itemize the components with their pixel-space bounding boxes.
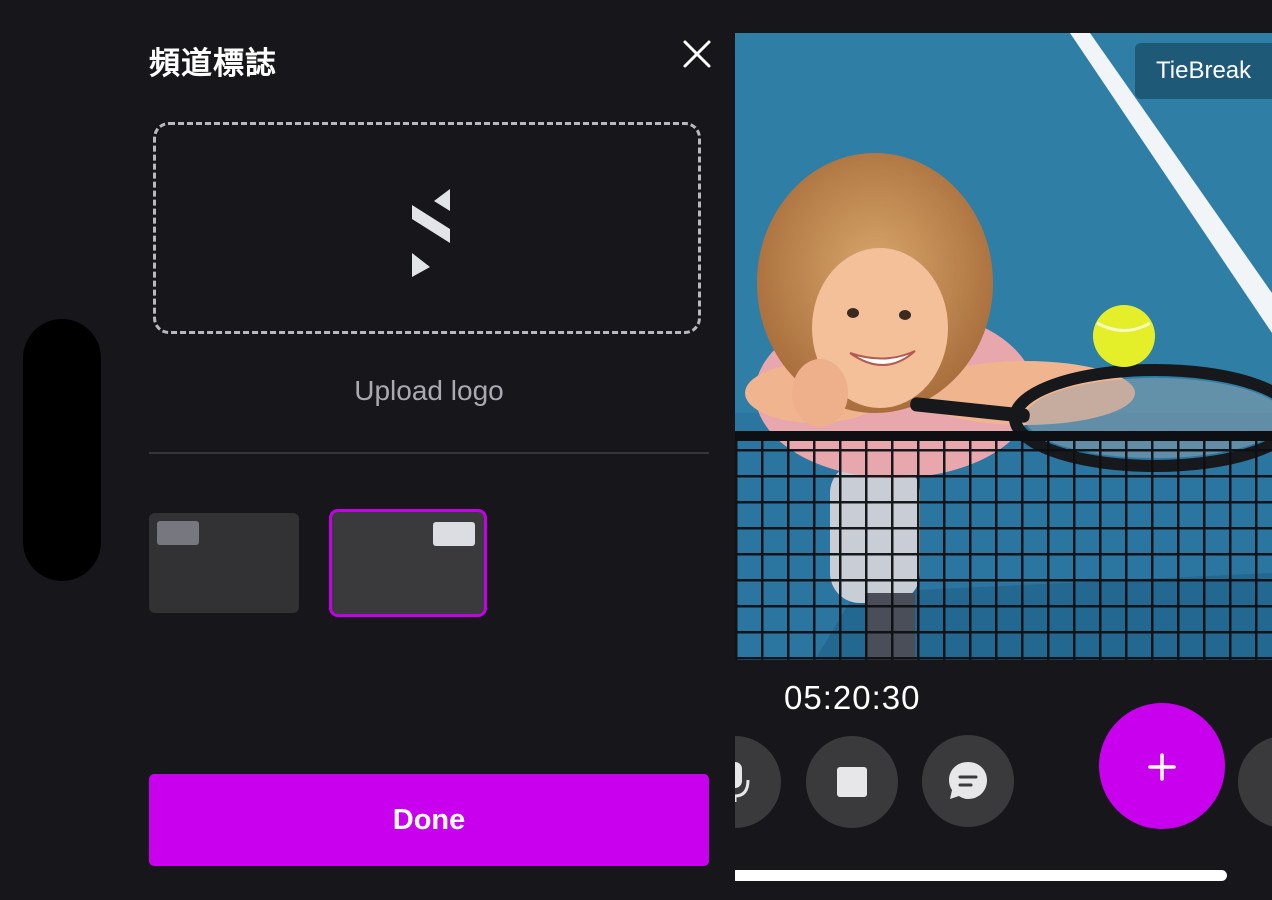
- side-handle[interactable]: [23, 319, 101, 581]
- upload-logo-label: Upload logo: [354, 375, 504, 406]
- chat-button[interactable]: [922, 735, 1014, 827]
- microphone-icon: [735, 762, 750, 802]
- logo-position-marker: [433, 522, 475, 546]
- plus-icon: [1148, 753, 1176, 781]
- stop-button[interactable]: [806, 736, 898, 828]
- add-button[interactable]: [1099, 703, 1225, 829]
- more-button[interactable]: [1238, 736, 1272, 828]
- stream-timer: 05:20:30: [784, 679, 921, 716]
- microphone-button[interactable]: [735, 736, 795, 828]
- logo-upload-dropzone[interactable]: [153, 122, 701, 334]
- divider: [149, 452, 709, 454]
- channel-name-badge: TieBreak: [1135, 43, 1272, 99]
- panel-title: 頻道標誌: [149, 46, 277, 82]
- stop-icon: [837, 767, 867, 797]
- logo-position-top-left[interactable]: [149, 513, 299, 613]
- preview-image: [735, 33, 1272, 660]
- logo-position-top-right[interactable]: [329, 509, 487, 617]
- video-preview: [735, 33, 1272, 660]
- stream-editor-screen: 頻道標誌 Upload logo Done TieBreak 05:20:30: [0, 0, 1272, 900]
- logo-s-icon: [412, 189, 450, 277]
- logo-position-marker: [157, 521, 199, 545]
- close-icon: [683, 40, 711, 68]
- done-button[interactable]: Done: [149, 774, 709, 866]
- chat-icon: [949, 762, 987, 799]
- close-button[interactable]: [681, 38, 713, 70]
- home-indicator: [735, 870, 1227, 881]
